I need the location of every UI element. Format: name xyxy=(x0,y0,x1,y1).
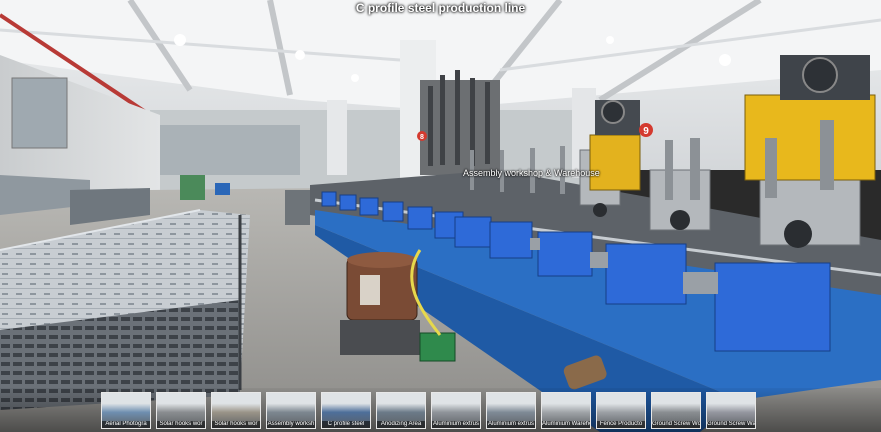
scene-title: C profile steel production line xyxy=(355,1,526,15)
thumb-label: Fence Producto xyxy=(597,421,645,428)
machine-badge-8: 8 xyxy=(420,134,424,141)
thumb-aerial-photography[interactable]: Aerial Photogra xyxy=(101,392,151,429)
thumb-label: Ground Screw Wa xyxy=(707,421,755,428)
thumb-aluminium-extrusion-2[interactable]: Aluminium extrus xyxy=(486,392,536,429)
thumb-anodizing-area[interactable]: Anodizing Area xyxy=(376,392,426,429)
thumb-label: Solar hooks wor xyxy=(212,421,260,428)
thumb-label: Anodizing Area xyxy=(377,421,425,428)
thumb-label: Assembly worksh xyxy=(267,421,315,428)
thumb-c-profile-steel[interactable]: C profile steel xyxy=(321,392,371,429)
thumb-assembly-workshop[interactable]: Assembly worksh xyxy=(266,392,316,429)
thumb-ground-screw-warehouse[interactable]: Ground Screw Wa xyxy=(706,392,756,429)
thumb-solar-hooks-1[interactable]: Solar hooks wor xyxy=(156,392,206,429)
thumb-fence-production[interactable]: Fence Producto xyxy=(596,392,646,429)
hotspot-assembly-workshop[interactable]: Assembly workshop & Warehouse xyxy=(463,168,600,178)
thumb-label: Aluminium extrus xyxy=(487,421,535,428)
thumb-label: Aluminium extrus xyxy=(432,421,480,428)
machine-badge-9: 9 xyxy=(643,126,649,137)
panorama-view[interactable]: 9 8 xyxy=(0,0,881,432)
thumb-label: C profile steel xyxy=(322,421,370,428)
thumb-label: Solar hooks wor xyxy=(157,421,205,428)
thumb-aluminium-extrusion-1[interactable]: Aluminium extrus xyxy=(431,392,481,429)
thumb-label: Aluminium Warehe xyxy=(542,421,590,428)
thumb-solar-hooks-2[interactable]: Solar hooks wor xyxy=(211,392,261,429)
thumb-label: Ground Screw Wo xyxy=(652,421,700,428)
thumb-ground-screw-workshop[interactable]: Ground Screw Wo xyxy=(651,392,701,429)
thumb-aluminium-warehouse[interactable]: Aluminium Warehe xyxy=(541,392,591,429)
thumb-label: Aerial Photogra xyxy=(102,421,150,428)
